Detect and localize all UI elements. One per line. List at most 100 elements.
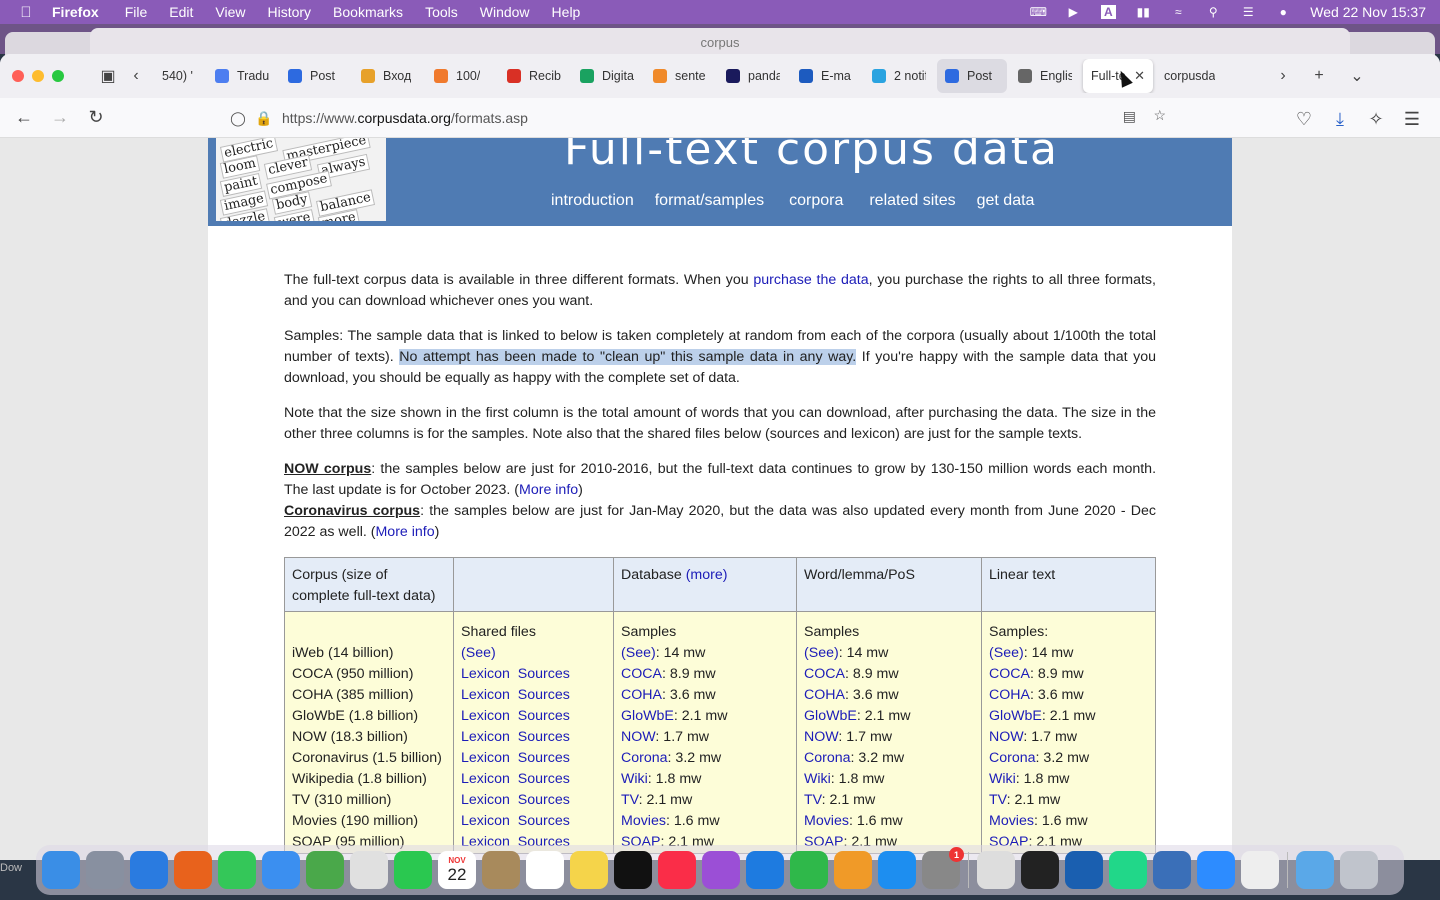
tab[interactable]: Post (280, 59, 350, 93)
menu-view[interactable]: View (215, 4, 245, 20)
linear-sample-link[interactable]: NOW (989, 729, 1023, 745)
tab[interactable]: sente (645, 59, 715, 93)
pocket-icon[interactable]: ♡ (1286, 103, 1322, 135)
search-icon[interactable]: ⚲ (1203, 5, 1223, 19)
sources-link[interactable]: Sources (518, 813, 570, 829)
dock-trash-icon[interactable] (1340, 851, 1378, 889)
dock-facetime-icon[interactable] (394, 851, 432, 889)
sources-link[interactable]: Sources (518, 750, 570, 766)
database-sample-link[interactable]: TV (621, 792, 639, 808)
database-sample-link[interactable]: NOW (621, 729, 655, 745)
dock-safari-icon[interactable] (130, 851, 168, 889)
dock-downloads-icon[interactable] (1296, 851, 1334, 889)
tab[interactable]: 540) ' (154, 59, 204, 93)
menu-help[interactable]: Help (552, 4, 581, 20)
wlp-sample-link[interactable]: COHA (804, 687, 845, 703)
dock-mail-icon[interactable] (262, 851, 300, 889)
wifi-icon[interactable]: ≈ (1168, 5, 1188, 19)
tab[interactable]: Englis (1010, 59, 1080, 93)
back-icon[interactable]: ← (6, 102, 42, 134)
sources-link[interactable]: Sources (518, 708, 570, 724)
dock-podcasts-icon[interactable] (702, 851, 740, 889)
wlp-sample-link[interactable]: GloWbE (804, 708, 857, 724)
dock-mail-client-icon[interactable] (1065, 851, 1103, 889)
dock-photos-icon[interactable] (350, 851, 388, 889)
dock-launchpad-icon[interactable] (86, 851, 124, 889)
scroll-tabs-right-icon[interactable]: › (1269, 62, 1297, 90)
dock-pages-icon[interactable] (834, 851, 872, 889)
dock-app-store-icon[interactable] (878, 851, 916, 889)
dock-pycharm-icon[interactable] (1109, 851, 1147, 889)
tab[interactable]: Recib (499, 59, 569, 93)
menu-tools[interactable]: Tools (425, 4, 458, 20)
tab[interactable]: corpusda (1156, 59, 1228, 93)
play-icon[interactable]: ▶ (1063, 5, 1083, 19)
menu-app-firefox[interactable]: Firefox (52, 4, 99, 20)
dock-zoom-icon[interactable] (1197, 851, 1235, 889)
tracking-protection-icon[interactable]: ◯ (226, 110, 250, 127)
linear-sample-link[interactable]: COCA (989, 666, 1030, 682)
reload-icon[interactable]: ↻ (78, 102, 114, 134)
dock-messages-icon[interactable] (218, 851, 256, 889)
database-sample-link[interactable]: COCA (621, 666, 662, 682)
database-sample-link[interactable]: GloWbE (621, 708, 674, 724)
site-logo[interactable]: electric masterpieceloom clever alwayspaint… (216, 138, 386, 221)
sources-link[interactable]: Sources (518, 792, 570, 808)
linear-sample-link[interactable]: GloWbE (989, 708, 1042, 724)
sources-link[interactable]: Sources (518, 771, 570, 787)
tab[interactable]: E-ma (791, 59, 861, 93)
keyboard-icon[interactable]: ⌨ (1028, 5, 1048, 19)
battery-icon[interactable]: ▮▮ (1133, 5, 1153, 19)
database-sample-link[interactable]: Movies (621, 813, 666, 829)
selected-text[interactable]: No attempt has been made to "clean up" t… (399, 349, 857, 365)
zoom-window-button[interactable] (52, 70, 64, 82)
database-see-link[interactable]: (See) (621, 645, 656, 661)
tab[interactable]: Вход (353, 59, 423, 93)
sources-link[interactable]: Sources (518, 666, 570, 682)
tab[interactable]: Tradu (207, 59, 277, 93)
wlp-sample-link[interactable]: Corona (804, 750, 851, 766)
menu-bookmarks[interactable]: Bookmarks (333, 4, 403, 20)
list-all-tabs-icon[interactable]: ⌄ (1343, 62, 1371, 90)
nav-format-samples[interactable]: format/samples (655, 192, 764, 210)
dock-textedit-icon[interactable] (1241, 851, 1279, 889)
dock-maps-icon[interactable] (306, 851, 344, 889)
downloads-icon[interactable]: ⤓ (1322, 103, 1358, 135)
siri-icon[interactable]: ● (1273, 5, 1293, 19)
apple-menu-icon[interactable]:  (0, 4, 52, 21)
wlp-sample-link[interactable]: COCA (804, 666, 845, 682)
nav-get-data[interactable]: get data (977, 192, 1035, 210)
wlp-sample-link[interactable]: NOW (804, 729, 838, 745)
database-sample-link[interactable]: Wiki (621, 771, 648, 787)
app-menu-icon[interactable]: ☰ (1394, 103, 1430, 135)
text-input-icon[interactable]: A (1098, 5, 1118, 19)
dock-preview-icon[interactable] (1153, 851, 1191, 889)
new-tab-icon[interactable]: + (1305, 62, 1333, 90)
close-window-button[interactable] (12, 70, 24, 82)
database-sample-link[interactable]: COHA (621, 687, 662, 703)
linear-sample-link[interactable]: Corona (989, 750, 1036, 766)
wlp-sample-link[interactable]: TV (804, 792, 822, 808)
nav-introduction[interactable]: introduction (551, 192, 634, 210)
close-tab-icon[interactable]: ✕ (1134, 68, 1145, 84)
wlp-see-link[interactable]: (See) (804, 645, 839, 661)
corona-more-info-link[interactable]: More info (375, 524, 434, 540)
menu-file[interactable]: File (125, 4, 148, 20)
linear-see-link[interactable]: (See) (989, 645, 1024, 661)
sources-link[interactable]: Sources (518, 729, 570, 745)
lexicon-link[interactable]: Lexicon (461, 687, 510, 703)
url-bar[interactable]: ◯ 🔒 https://www. corpusdata.org/formats.a… (226, 103, 1176, 133)
firefox-view-icon[interactable]: ▣ (94, 62, 122, 90)
dock-reminders-icon[interactable] (526, 851, 564, 889)
tab[interactable]: Post (937, 59, 1007, 93)
database-sample-link[interactable]: Corona (621, 750, 668, 766)
dock-music-icon[interactable] (658, 851, 696, 889)
menu-edit[interactable]: Edit (169, 4, 193, 20)
bookmark-star-icon[interactable]: ☆ (1153, 107, 1166, 124)
dock-notes-icon[interactable] (570, 851, 608, 889)
dock-finder-icon[interactable] (42, 851, 80, 889)
dock-chrome-icon[interactable] (977, 851, 1015, 889)
tab[interactable]: 2 notif (864, 59, 934, 93)
linear-sample-link[interactable]: Wiki (989, 771, 1016, 787)
wlp-sample-link[interactable]: Movies (804, 813, 849, 829)
